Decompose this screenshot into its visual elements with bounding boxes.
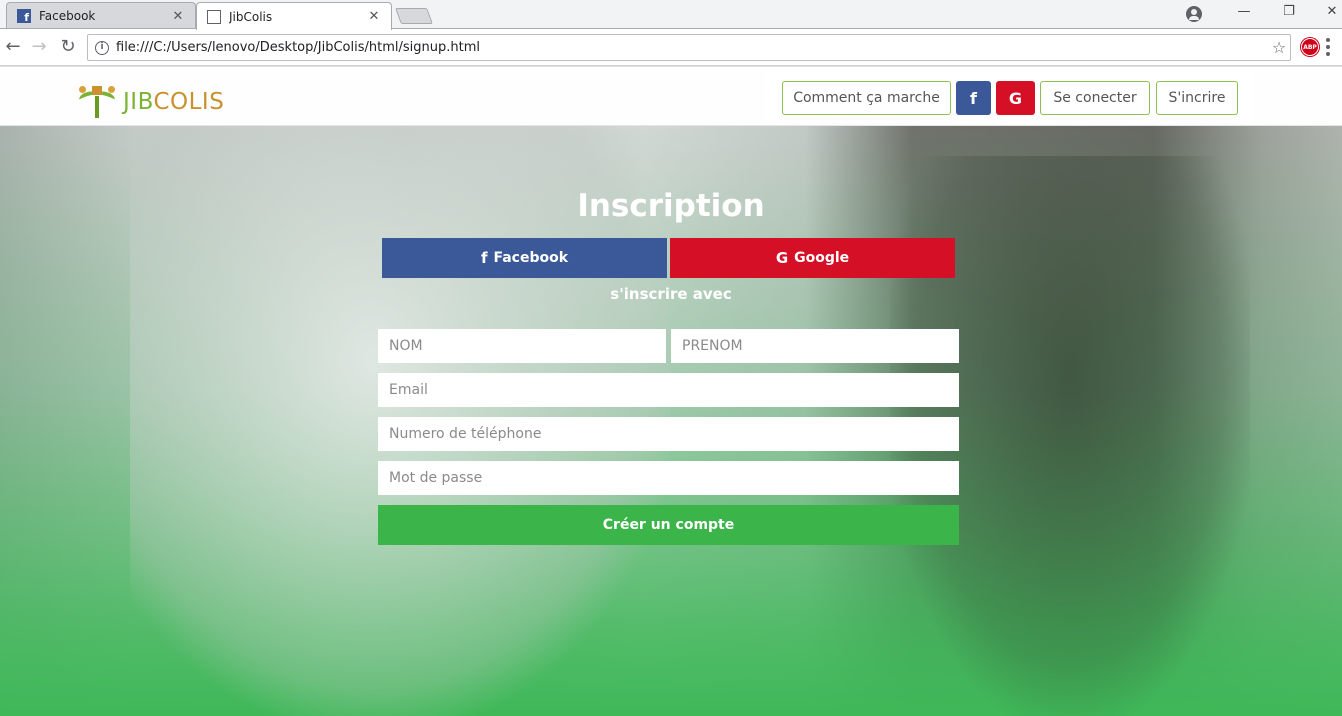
- google-icon: G: [775, 249, 789, 267]
- tab-title: JibColis: [229, 9, 273, 24]
- logo-mark-icon: [75, 78, 119, 118]
- document-icon: [207, 9, 221, 24]
- address-bar[interactable]: i file:///C:/Users/lenovo/Desktop/JibCol…: [87, 34, 1291, 61]
- back-arrow-icon[interactable]: ←: [2, 36, 24, 58]
- facebook-nav-button[interactable]: f: [956, 81, 991, 115]
- facebook-signup-label: Facebook: [493, 250, 569, 266]
- reload-icon[interactable]: ↻: [57, 36, 79, 58]
- bookmark-star-icon[interactable]: ☆: [1268, 38, 1290, 57]
- profile-icon[interactable]: [1186, 6, 1202, 22]
- nom-input[interactable]: [378, 329, 666, 363]
- logo-text: JIBCOLIS: [123, 89, 225, 115]
- facebook-icon: f: [970, 88, 977, 108]
- create-account-button[interactable]: Créer un compte: [378, 505, 959, 545]
- close-window-icon[interactable]: ✕: [1322, 4, 1342, 19]
- forward-arrow-icon[interactable]: →: [28, 36, 50, 58]
- close-tab-icon[interactable]: ✕: [367, 9, 381, 24]
- url-text[interactable]: file:///C:/Users/lenovo/Desktop/JibColis…: [116, 40, 1268, 55]
- login-link[interactable]: Se conecter: [1040, 81, 1150, 115]
- password-input[interactable]: [378, 461, 959, 495]
- signup-link[interactable]: S'incrire: [1156, 81, 1238, 115]
- browser-tab-jibcolis[interactable]: JibColis ✕: [196, 2, 392, 30]
- restore-icon[interactable]: ❐: [1279, 4, 1299, 19]
- browser-toolbar: ← → ↻ i file:///C:/Users/lenovo/Desktop/…: [0, 29, 1342, 66]
- google-icon: G: [1008, 88, 1023, 108]
- google-signup-label: Google: [794, 250, 850, 266]
- browser-tab-facebook[interactable]: f Facebook ✕: [6, 2, 196, 29]
- signup-with-text: s'inscrire avec: [610, 285, 732, 303]
- google-signup-button[interactable]: G Google: [670, 238, 955, 278]
- site-logo[interactable]: JIBCOLIS: [75, 76, 224, 118]
- adblock-icon[interactable]: ABP: [1301, 38, 1319, 56]
- how-it-works-link[interactable]: Comment ça marche: [782, 81, 951, 115]
- facebook-signup-button[interactable]: f Facebook: [382, 238, 667, 278]
- site-navbar: JIBCOLIS Comment ça marche f G Se conect…: [0, 67, 1342, 126]
- facebook-favicon-icon: f: [17, 9, 31, 23]
- phone-input[interactable]: [378, 417, 959, 451]
- nav-links: Comment ça marche f G Se conecter S'incr…: [766, 73, 1254, 123]
- minimize-icon[interactable]: —: [1234, 4, 1254, 19]
- page-title: Inscription: [577, 188, 765, 224]
- info-icon[interactable]: i: [95, 40, 109, 55]
- new-tab-button[interactable]: [395, 8, 433, 24]
- prenom-input[interactable]: [671, 329, 959, 363]
- google-nav-button[interactable]: G: [996, 81, 1035, 115]
- browser-tabstrip: f Facebook ✕ JibColis ✕ — ❐ ✕: [0, 0, 1342, 30]
- facebook-icon: f: [480, 249, 488, 267]
- email-input[interactable]: [378, 373, 959, 407]
- close-tab-icon[interactable]: ✕: [171, 9, 185, 24]
- browser-menu-icon[interactable]: [1326, 38, 1330, 56]
- page-content: JIBCOLIS Comment ça marche f G Se conect…: [0, 67, 1342, 716]
- tab-title: Facebook: [39, 9, 96, 23]
